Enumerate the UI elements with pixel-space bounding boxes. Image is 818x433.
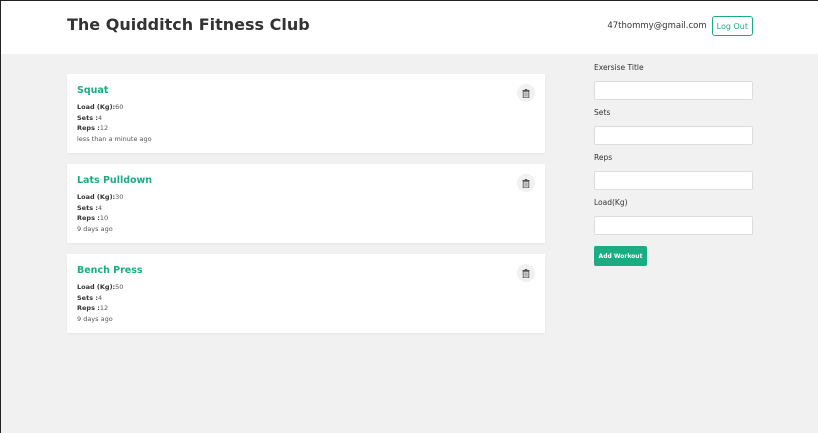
workout-load: Load (Kg):50 xyxy=(77,282,535,293)
sets-label: Sets : xyxy=(77,113,98,122)
trash-icon xyxy=(522,88,530,98)
sets-input[interactable] xyxy=(594,126,753,145)
workout-sets: Sets :4 xyxy=(77,113,535,124)
trash-icon xyxy=(522,178,530,188)
delete-workout-button[interactable] xyxy=(517,264,535,282)
load-label: Load (Kg): xyxy=(77,103,116,111)
workout-list: Squat Load (Kg):60 Sets :4 Reps :12 less… xyxy=(67,74,545,344)
sets-label: Sets xyxy=(594,108,611,117)
sets-label: Sets : xyxy=(77,203,98,212)
workout-load: Load (Kg):60 xyxy=(77,102,535,113)
trash-icon xyxy=(522,268,530,278)
workout-title: Lats Pulldown xyxy=(77,175,153,186)
site-title[interactable]: The Quidditch Fitness Club xyxy=(67,15,310,34)
user-area: 47thommy@gmail.com Log Out xyxy=(607,16,753,36)
workout-reps: Reps :10 xyxy=(77,213,535,224)
exercise-title-input[interactable] xyxy=(594,81,753,100)
workout-timestamp: 9 days ago xyxy=(77,314,113,323)
workout-sets: Sets :4 xyxy=(77,293,535,304)
workout-card: Lats Pulldown Load (Kg):30 Sets :4 Reps … xyxy=(67,164,545,243)
reps-label: Reps xyxy=(594,153,613,162)
top-navbar: The Quidditch Fitness Club 47thommy@gmai… xyxy=(1,1,818,54)
workout-load: Load (Kg):30 xyxy=(77,192,535,203)
sets-value: 4 xyxy=(97,113,103,122)
workout-title: Bench Press xyxy=(77,265,143,276)
reps-value: 10 xyxy=(99,214,109,222)
reps-label: Reps : xyxy=(77,304,100,312)
reps-label: Reps : xyxy=(77,214,100,222)
reps-input[interactable] xyxy=(594,171,753,190)
logout-button[interactable]: Log Out xyxy=(711,16,753,36)
sets-value: 4 xyxy=(97,203,103,212)
workout-sets: Sets :4 xyxy=(77,203,535,214)
workout-timestamp: less than a minute ago xyxy=(77,134,152,143)
load-label: Load(Kg) xyxy=(594,198,628,207)
workout-card: Bench Press Load (Kg):50 Sets :4 Reps :1… xyxy=(67,254,545,333)
delete-workout-button[interactable] xyxy=(517,174,535,192)
load-label: Load (Kg): xyxy=(77,283,116,291)
load-input[interactable] xyxy=(594,216,753,235)
add-workout-form: Exersise Title Sets Reps Load(Kg) Add Wo… xyxy=(594,63,754,266)
add-workout-button[interactable]: Add Workout xyxy=(594,246,647,266)
reps-label: Reps : xyxy=(77,124,100,132)
user-email: 47thommy@gmail.com xyxy=(607,21,707,31)
workout-card: Squat Load (Kg):60 Sets :4 Reps :12 less… xyxy=(67,74,545,153)
load-value: 60 xyxy=(115,103,124,111)
workout-timestamp: 9 days ago xyxy=(77,224,113,233)
exercise-title-label: Exersise Title xyxy=(594,63,644,72)
load-label: Load (Kg): xyxy=(77,193,116,201)
workout-title: Squat xyxy=(77,85,109,96)
load-value: 50 xyxy=(115,283,124,291)
reps-value: 12 xyxy=(99,124,109,132)
sets-value: 4 xyxy=(97,293,103,302)
delete-workout-button[interactable] xyxy=(517,84,535,102)
sets-label: Sets : xyxy=(77,293,98,302)
load-value: 30 xyxy=(115,193,124,201)
workout-reps: Reps :12 xyxy=(77,123,535,134)
workout-reps: Reps :12 xyxy=(77,303,535,314)
reps-value: 12 xyxy=(99,304,109,312)
